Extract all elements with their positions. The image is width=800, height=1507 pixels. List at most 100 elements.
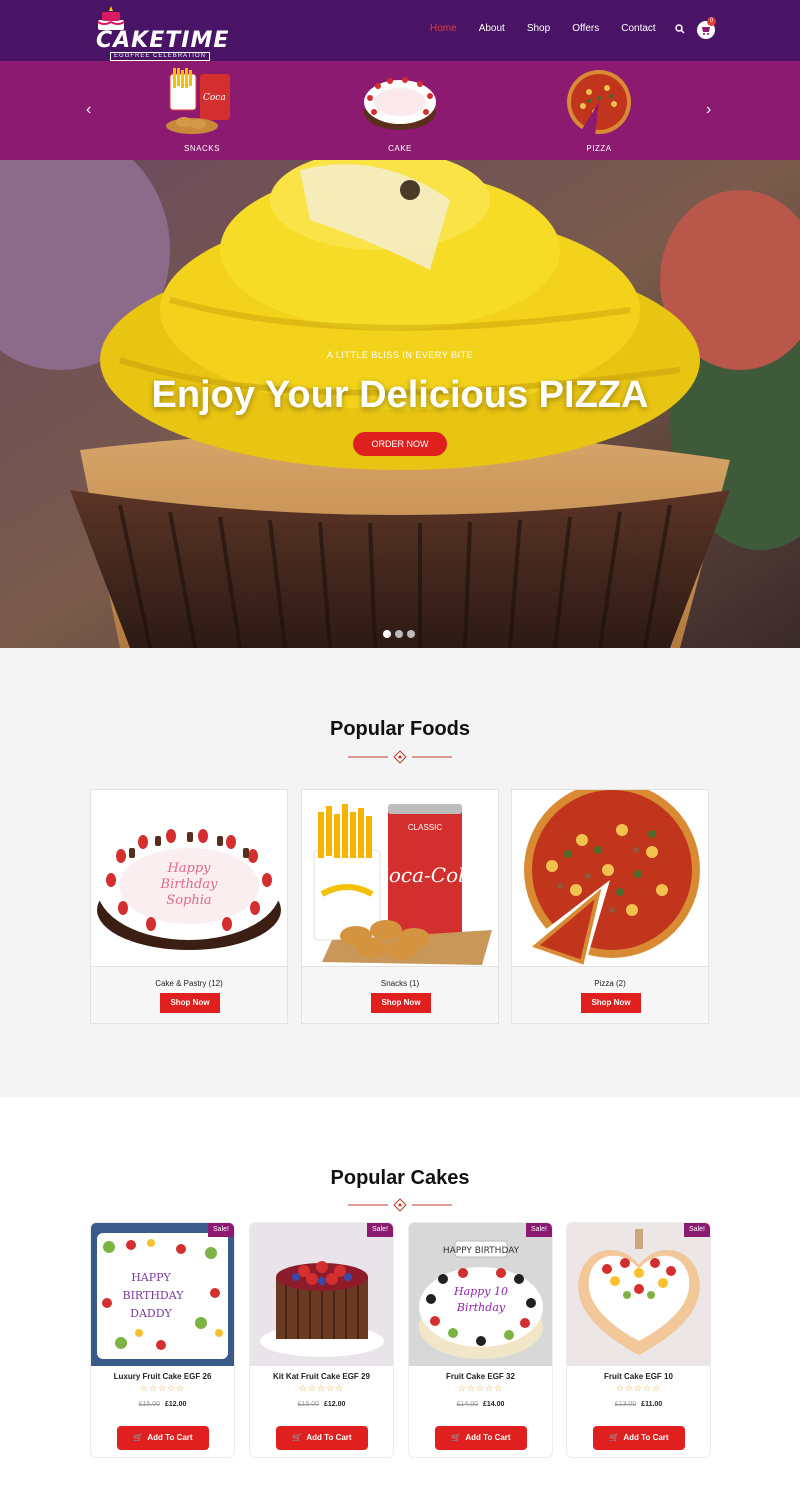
- popular-foods-section: Popular Foods Happy Birthday Sophia Cake…: [0, 648, 800, 1097]
- heart-fruit-cake-image: [567, 1223, 710, 1366]
- product-image: [250, 1223, 393, 1366]
- food-category-label: Snacks (1): [380, 979, 420, 988]
- nav-offers[interactable]: Offers: [572, 23, 599, 34]
- pizza-icon: [567, 70, 631, 136]
- nav-contact[interactable]: Contact: [621, 23, 655, 34]
- chevron-left-icon[interactable]: ‹: [86, 101, 91, 119]
- category-cake[interactable]: CAKE: [355, 66, 445, 156]
- snacks-icon: Coca: [166, 68, 230, 134]
- popular-cakes-section: Popular Cakes HAPPY BIRTHDAY DADDY Sale!…: [0, 1097, 800, 1507]
- add-to-cart-button[interactable]: 🛒 Add To Cart: [117, 1426, 209, 1450]
- shop-now-button[interactable]: Shop Now: [581, 993, 641, 1013]
- pizza-image: [524, 782, 700, 965]
- slider-dot[interactable]: [383, 630, 391, 638]
- category-pizza[interactable]: PIZZA: [554, 66, 644, 156]
- add-to-cart-label: Add To Cart: [306, 1433, 352, 1442]
- product-card[interactable]: HAPPY BIRTHDAY Happy 10 Birthday Sale! F…: [408, 1222, 553, 1458]
- nav-home[interactable]: Home: [430, 23, 457, 34]
- product-price: £15.00 £12.00: [250, 1401, 393, 1408]
- original-price: £13.00: [614, 1401, 637, 1408]
- svg-text:CLASSIC: CLASSIC: [408, 823, 442, 832]
- section-title: Popular Foods: [330, 718, 470, 740]
- sale-price: £12.00: [323, 1401, 346, 1408]
- original-price: £15.00: [297, 1401, 320, 1408]
- cart-icon: 🛒: [451, 1433, 462, 1442]
- product-price: £15.00 £12.00: [91, 1401, 234, 1408]
- food-category-card[interactable]: CLASSIC Coca-Cola Snacks (1) Shop Now: [301, 789, 499, 1024]
- original-price: £14.00: [456, 1401, 479, 1408]
- slider-dots: [383, 630, 415, 638]
- star-rating: ☆☆☆☆☆: [615, 1383, 662, 1393]
- star-rating: ☆☆☆☆☆: [457, 1383, 504, 1393]
- svg-text:HAPPY: HAPPY: [131, 1271, 171, 1284]
- svg-text:Coca-Cola: Coca-Cola: [374, 863, 477, 887]
- food-category-image: [512, 782, 708, 967]
- category-label: SNACKS: [184, 144, 220, 153]
- original-price: £15.00: [138, 1401, 161, 1408]
- shop-now-button[interactable]: Shop Now: [160, 993, 220, 1013]
- svg-text:DADDY: DADDY: [130, 1307, 172, 1320]
- food-category-card[interactable]: Pizza (2) Shop Now: [511, 782, 709, 1024]
- kitkat-cake-image: [250, 1223, 393, 1366]
- section-title: Popular Cakes: [330, 1167, 470, 1189]
- add-to-cart-button[interactable]: 🛒 Add To Cart: [593, 1426, 685, 1450]
- add-to-cart-label: Add To Cart: [623, 1433, 669, 1442]
- star-rating: ☆☆☆☆☆: [139, 1383, 186, 1393]
- product-card[interactable]: Sale! Kit Kat Fruit Cake EGF 29 ☆☆☆☆☆ £1…: [249, 1222, 394, 1458]
- shop-now-button[interactable]: Shop Now: [371, 993, 431, 1013]
- birthday-cake-image: Happy Birthday Sophia: [97, 829, 281, 950]
- food-category-label: Cake & Pastry (12): [155, 979, 223, 988]
- product-image: HAPPY BIRTHDAY Happy 10 Birthday: [409, 1223, 552, 1366]
- product-name[interactable]: Kit Kat Fruit Cake EGF 29: [250, 1372, 393, 1381]
- hero-title: Enjoy Your Delicious PIZZA: [151, 374, 649, 416]
- round-fruit-cake-image: HAPPY BIRTHDAY Happy 10 Birthday: [409, 1223, 552, 1366]
- svg-text:Coca: Coca: [203, 93, 226, 103]
- order-now-button[interactable]: ORDER NOW: [353, 432, 447, 456]
- add-to-cart-button[interactable]: 🛒 Add To Cart: [276, 1426, 368, 1450]
- site-logo[interactable]: CAKETIME EGGFREE CELEBRATION: [86, 6, 228, 61]
- svg-text:Birthday: Birthday: [160, 877, 219, 892]
- product-name[interactable]: Fruit Cake EGF 10: [567, 1372, 710, 1381]
- cake-icon: [364, 77, 436, 130]
- food-category-card[interactable]: Happy Birthday Sophia Cake & Pastry (12)…: [90, 789, 288, 1024]
- cart-icon: 🛒: [133, 1433, 144, 1442]
- svg-text:BIRTHDAY: BIRTHDAY: [122, 1289, 184, 1302]
- svg-text:Happy 10: Happy 10: [453, 1285, 508, 1298]
- square-fruit-cake-image: HAPPY BIRTHDAY DADDY: [91, 1223, 234, 1366]
- product-card[interactable]: HAPPY BIRTHDAY DADDY Sale! Luxury Fruit …: [90, 1222, 235, 1458]
- slider-dot[interactable]: [395, 630, 403, 638]
- product-name[interactable]: Luxury Fruit Cake EGF 26: [91, 1372, 234, 1381]
- sale-badge: Sale!: [367, 1223, 393, 1237]
- slider-dot[interactable]: [407, 630, 415, 638]
- ornament-divider-icon: [348, 1198, 452, 1212]
- svg-text:Sophia: Sophia: [166, 893, 211, 908]
- food-category-label: Pizza (2): [594, 979, 626, 988]
- sale-badge: Sale!: [684, 1223, 710, 1237]
- svg-text:Birthday: Birthday: [456, 1301, 506, 1314]
- star-rating: ☆☆☆☆☆: [298, 1383, 345, 1393]
- chevron-right-icon[interactable]: ›: [706, 101, 711, 119]
- product-image: HAPPY BIRTHDAY DADDY: [91, 1223, 234, 1366]
- cart-button[interactable]: 0: [697, 17, 716, 39]
- product-price: £14.00 £14.00: [409, 1401, 552, 1408]
- search-icon[interactable]: [675, 24, 685, 36]
- category-snacks[interactable]: Coca SNACKS: [157, 66, 247, 156]
- cart-icon: 🛒: [292, 1433, 303, 1442]
- brand-name: CAKETIME: [96, 28, 230, 53]
- page: CAKETIME EGGFREE CELEBRATION Home About …: [0, 0, 800, 1507]
- sale-price: £11.00: [641, 1401, 663, 1408]
- add-to-cart-button[interactable]: 🛒 Add To Cart: [435, 1426, 527, 1450]
- hero-tagline: A LITTLE BLISS IN EVERY BITE: [326, 350, 474, 360]
- nav-shop[interactable]: Shop: [527, 23, 550, 34]
- product-image: [567, 1223, 710, 1366]
- hero-slider: A LITTLE BLISS IN EVERY BITE Enjoy Your …: [0, 160, 800, 648]
- product-card[interactable]: Sale! Fruit Cake EGF 10 ☆☆☆☆☆ £13.00 £11…: [566, 1222, 711, 1458]
- nav-about[interactable]: About: [479, 23, 505, 34]
- product-name[interactable]: Fruit Cake EGF 32: [409, 1372, 552, 1381]
- cart-count-badge: 0: [707, 17, 716, 26]
- sale-badge: Sale!: [208, 1223, 234, 1237]
- add-to-cart-label: Add To Cart: [147, 1433, 193, 1442]
- cart-icon: 🛒: [609, 1433, 620, 1442]
- food-category-image: CLASSIC Coca-Cola: [302, 790, 498, 967]
- add-to-cart-label: Add To Cart: [465, 1433, 511, 1442]
